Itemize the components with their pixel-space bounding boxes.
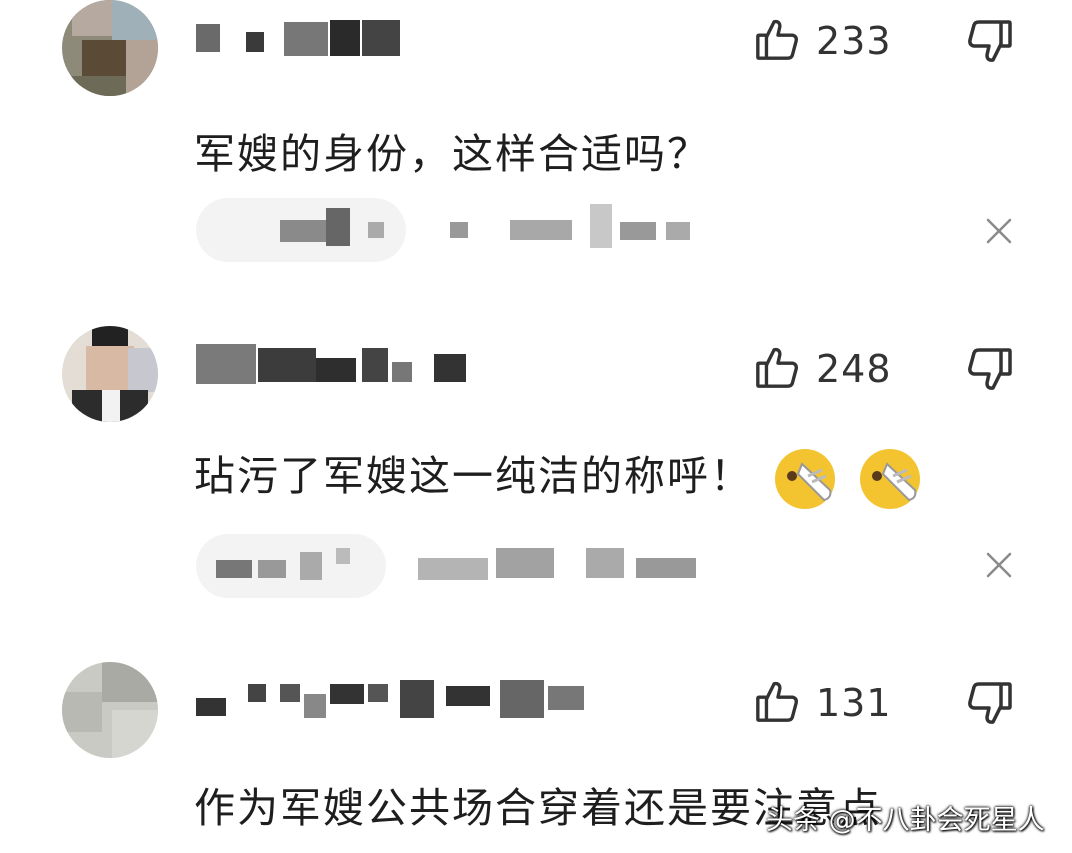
avatar[interactable] (62, 326, 158, 422)
thumbs-up-icon (754, 344, 800, 394)
slipper-face-emoji (857, 446, 923, 512)
like-button[interactable]: 131 (754, 678, 892, 728)
close-icon (984, 552, 1014, 584)
like-button[interactable]: 233 (754, 16, 892, 66)
like-count: 233 (816, 19, 892, 63)
username-blurred[interactable] (196, 680, 596, 720)
reply-preview-blurred[interactable] (196, 198, 696, 262)
dislike-button[interactable] (966, 680, 1014, 732)
username-blurred[interactable] (196, 18, 416, 58)
comment-text-content: 玷污了军嫂这一纯洁的称呼！ (194, 452, 753, 500)
slipper-face-emoji (772, 446, 838, 512)
close-icon (984, 218, 1014, 250)
close-button[interactable] (984, 216, 1014, 250)
avatar[interactable] (62, 0, 158, 96)
dislike-button[interactable] (966, 346, 1014, 398)
thumbs-down-icon (966, 682, 1014, 732)
reply-preview-blurred[interactable] (196, 534, 696, 598)
comment-text: 军嫂的身份，这样合适吗？ (194, 130, 710, 178)
like-count: 248 (816, 347, 892, 391)
watermark: 头条 @不八卦会死星人 (766, 805, 1045, 836)
comment-text: 玷污了军嫂这一纯洁的称呼！ (194, 442, 923, 512)
thumbs-up-icon (754, 16, 800, 66)
thumbs-down-icon (966, 348, 1014, 398)
avatar[interactable] (62, 662, 158, 758)
username-blurred[interactable] (196, 344, 476, 384)
thumbs-up-icon (754, 678, 800, 728)
dislike-button[interactable] (966, 18, 1014, 70)
like-button[interactable]: 248 (754, 344, 892, 394)
close-button[interactable] (984, 550, 1014, 584)
like-count: 131 (816, 681, 892, 725)
thumbs-down-icon (966, 20, 1014, 70)
